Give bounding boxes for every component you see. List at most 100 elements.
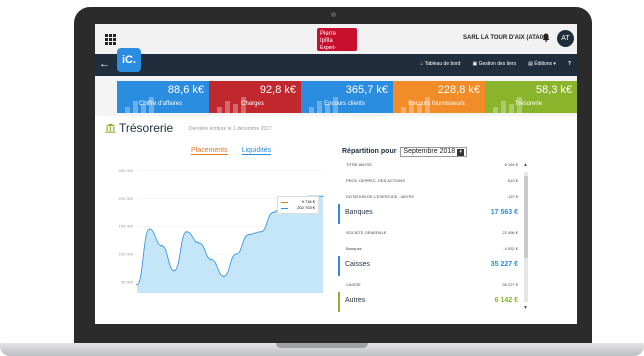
section-title: Trésorerie <box>105 121 173 135</box>
row-amount: 6 142 € <box>494 297 518 304</box>
data-point[interactable] <box>322 195 324 197</box>
row-label: Banques <box>346 246 362 251</box>
data-point[interactable] <box>223 275 225 277</box>
chevron-up-icon[interactable]: ▲ <box>523 162 528 168</box>
tresorerie-chart[interactable]: 250 000 200 000 150 000 100 000 50 000 <box>103 159 329 299</box>
kpi-row: 88,6 k€ Chiffre d'affaires 92,8 k€ Charg… <box>117 81 577 113</box>
tab-placements[interactable]: Placements <box>191 147 228 155</box>
company-name[interactable]: SARL LA TOUR D'AIX (ATA00) <box>463 35 548 41</box>
nav-item-label: Éditions ▾ <box>534 61 556 67</box>
row-label: PROV. DEPREC. DES ACTIONS <box>346 178 405 183</box>
repartition-label: Répartition pour <box>342 148 397 155</box>
row-label: SOCIETE GENERALE <box>346 230 387 235</box>
list-item[interactable]: DOTATION DE L'EXERCICE - ABYSS -137 € <box>338 188 522 204</box>
list-item[interactable]: SOCIETE GENERALE 22 496 € <box>338 224 522 240</box>
period-value: Septembre 2018 <box>403 148 456 155</box>
kpi-tresorerie[interactable]: 58,3 k€ Trésorerie <box>485 81 577 113</box>
data-point[interactable] <box>235 253 237 255</box>
row-label: DOTATION DE L'EXERCICE - ABYSS <box>346 194 414 199</box>
kpi-bars-icon <box>309 95 339 113</box>
apps-grid-icon[interactable] <box>105 34 116 45</box>
nav-item-gestion-des-tiers[interactable]: ▣ Gestion des tiers <box>472 61 516 67</box>
list-item[interactable]: Banques -4 932 € <box>338 240 522 256</box>
y-tick-label: 250 000 <box>119 168 134 173</box>
camera <box>331 12 336 17</box>
kpi-encours-fournisseurs[interactable]: 228,8 k€ Encours fournisseurs <box>393 81 485 113</box>
nav-item-label: Tableau de bord <box>424 61 461 67</box>
y-tick-label: 200 000 <box>119 196 134 201</box>
row-label: CAISSE <box>346 282 361 287</box>
chevron-down-icon: ▾ <box>457 149 465 156</box>
document-icon: ▤ <box>528 61 533 67</box>
kpi-bars-icon <box>401 95 431 113</box>
section-title-text: Trésorerie <box>119 121 174 135</box>
tab-liquidites[interactable]: Liquidités <box>241 147 272 155</box>
home-icon: ⌂ <box>420 61 424 67</box>
legend-swatch-orange <box>281 201 288 203</box>
group-row[interactable]: Banques 17 563 € <box>338 204 522 224</box>
y-tick-label: 150 000 <box>119 224 134 229</box>
brand-line2: Ipfila <box>320 38 333 44</box>
row-label: TITRE ABYSS <box>346 162 372 167</box>
legend-swatch-blue <box>281 207 288 209</box>
data-point[interactable] <box>272 211 274 213</box>
row-amount: 22 496 € <box>502 230 518 235</box>
data-point[interactable] <box>173 270 175 272</box>
kpi-charges[interactable]: 92,8 k€ Charges <box>209 81 301 113</box>
last-entry-date: Dernière écriture le 1 décembre 2017 <box>189 126 272 132</box>
row-amount: -137 € <box>506 194 518 199</box>
y-tick-label: 50 000 <box>121 279 134 284</box>
row-amount: 35 227 € <box>490 261 518 268</box>
kpi-chiffre-affaires[interactable]: 88,6 k€ Chiffre d'affaires <box>117 81 209 113</box>
nav-item-label: Gestion des tiers <box>478 61 517 67</box>
nav-menu: ⌂ Tableau de bord ▣ Gestion des tiers ▤ … <box>420 61 571 67</box>
data-point[interactable] <box>260 231 262 233</box>
user-avatar[interactable]: AT <box>557 30 574 47</box>
chevron-down-icon[interactable]: ▼ <box>523 305 528 311</box>
brand-line1: Pierre <box>320 31 337 37</box>
help-icon[interactable]: ? <box>568 61 571 67</box>
bell-icon[interactable] <box>542 33 550 42</box>
tooltip-row-liquidites: 202 703 € <box>281 205 315 211</box>
kpi-encours-clients[interactable]: 365,7 k€ Encours clients <box>301 81 393 113</box>
ic-logo[interactable]: iC. <box>117 48 141 72</box>
bank-icon <box>105 123 116 133</box>
chart-tooltip: 9 716 € 202 703 € <box>277 196 319 214</box>
row-amount: -510 € <box>506 178 518 183</box>
kpi-bars-icon <box>125 95 155 113</box>
folder-icon: ▣ <box>472 61 478 67</box>
group-row[interactable]: Autres 6 142 € <box>338 292 522 312</box>
laptop-notch <box>276 343 368 348</box>
top-bar: Pierre Ipfila Expert-comptable SARL LA T… <box>95 24 577 58</box>
list-item[interactable]: PROV. DEPREC. DES ACTIONS -510 € <box>338 172 522 188</box>
data-point[interactable] <box>198 242 200 244</box>
nav-item-editions[interactable]: ▤ Éditions ▾ <box>528 61 556 67</box>
data-point[interactable] <box>210 259 212 261</box>
back-arrow-icon[interactable]: ← <box>99 58 110 71</box>
row-label: Caisses <box>345 261 370 268</box>
row-amount: 6 154 € <box>504 162 518 167</box>
row-label: Banques <box>345 209 373 216</box>
row-amount: 17 563 € <box>490 209 518 216</box>
data-point[interactable] <box>136 284 138 286</box>
list-scrollbar[interactable]: ▲ ▼ <box>523 162 528 312</box>
laptop-mockup: Pierre Ipfila Expert-comptable SARL LA T… <box>0 0 644 356</box>
chart-tabs: Placements Liquidités <box>191 147 272 155</box>
scroll-thumb[interactable] <box>524 176 528 258</box>
tresorerie-card: Trésorerie Dernière écriture le 1 décemb… <box>95 116 577 324</box>
data-point[interactable] <box>148 228 150 230</box>
repartition-list[interactable]: TITRE ABYSS 6 154 € PROV. DEPREC. DES ACTI… <box>338 156 522 322</box>
list-item[interactable]: CAISSE 35 227 € <box>338 276 522 292</box>
group-row[interactable]: Caisses 35 227 € <box>338 256 522 276</box>
row-amount: 35 227 € <box>502 282 518 287</box>
brand-logo[interactable]: Pierre Ipfila Expert-comptable <box>317 28 357 58</box>
kpi-bars-icon <box>217 95 247 113</box>
data-point[interactable] <box>248 233 250 236</box>
data-point[interactable] <box>161 245 163 247</box>
data-point[interactable] <box>186 231 188 233</box>
tooltip-value: 202 703 € <box>297 205 315 210</box>
row-amount: -4 932 € <box>503 246 518 251</box>
kpi-bars-icon <box>493 95 523 113</box>
list-item[interactable]: TITRE ABYSS 6 154 € <box>338 156 522 172</box>
nav-item-tableau-de-bord[interactable]: ⌂ Tableau de bord <box>420 61 460 67</box>
